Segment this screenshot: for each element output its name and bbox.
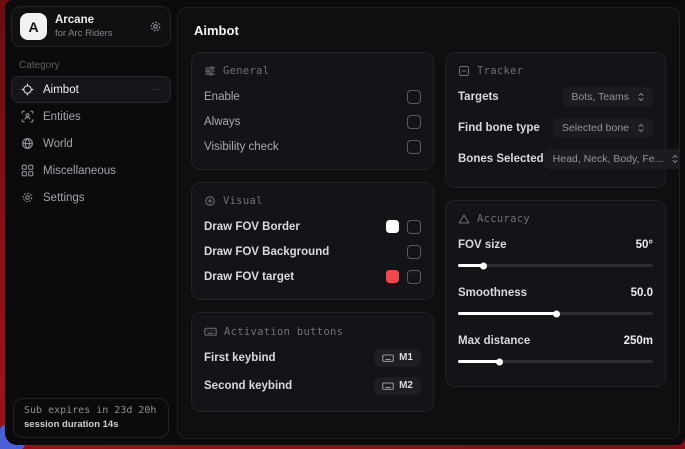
subscription-expiry: Sub expires in 23d 20h <box>24 405 158 416</box>
sidebar-item-label: Aimbot <box>43 84 79 96</box>
setting-row: Smoothness 50.0 <box>458 280 653 305</box>
section-title: Tracker <box>477 65 523 77</box>
setting-row: Draw FOV Border <box>204 214 421 239</box>
tracker-header: Tracker <box>458 65 653 77</box>
targets-dropdown[interactable]: Bots, Teams <box>562 87 653 107</box>
section-title: Accuracy <box>477 213 530 225</box>
setting-row: Always <box>204 109 421 134</box>
activation-header: Activation buttons <box>204 325 421 338</box>
activation-card: Activation buttons First keybind M1 <box>191 312 434 412</box>
accuracy-card: Accuracy FOV size 50° Smoothness 50.0 <box>445 200 666 387</box>
always-checkbox[interactable] <box>407 115 421 129</box>
slider-fill <box>458 360 499 363</box>
sidebar: A Arcane for Arc Riders Category <box>5 0 173 445</box>
general-card: General Enable Always Visibility check <box>191 52 434 170</box>
bones-selected-dropdown[interactable]: Head, Neck, Body, Fe... <box>544 149 680 169</box>
gear-icon[interactable] <box>149 20 162 33</box>
sidebar-item-label: Miscellaneous <box>43 165 116 177</box>
keyboard-icon <box>382 380 394 392</box>
section-title: General <box>223 65 269 77</box>
app-name: Arcane <box>55 13 113 27</box>
right-column: Tracker Targets Bots, Teams <box>445 52 666 399</box>
visibility-check-checkbox[interactable] <box>407 140 421 154</box>
enable-checkbox[interactable] <box>407 90 421 104</box>
setting-row: Draw FOV Background <box>204 239 421 264</box>
max-distance-value: 250m <box>624 335 653 347</box>
keyboard-icon <box>204 325 217 338</box>
subscription-card: Sub expires in 23d 20h session duration … <box>13 398 169 438</box>
app-title-block: Arcane for Arc Riders <box>55 13 113 39</box>
setting-row: Enable <box>204 84 421 109</box>
slider-fill <box>458 264 483 267</box>
main-panel: Aimbot General <box>177 7 680 439</box>
app-window: A Arcane for Arc Riders Category <box>5 0 685 445</box>
category-label: Category <box>19 60 167 71</box>
draw-fov-background-checkbox[interactable] <box>407 245 421 259</box>
circle-plus-icon <box>204 195 216 207</box>
keyboard-icon <box>382 352 394 364</box>
setting-row: Draw FOV target <box>204 264 421 289</box>
general-header: General <box>204 65 421 77</box>
box-minus-icon <box>458 65 470 77</box>
sidebar-item-settings[interactable]: Settings <box>11 184 171 211</box>
fov-size-value: 50° <box>636 239 653 251</box>
setting-row: Second keybind M2 <box>204 373 421 398</box>
accuracy-header: Accuracy <box>458 213 653 225</box>
setting-row: Targets Bots, Teams <box>458 84 653 109</box>
desktop-background: A Arcane for Arc Riders Category <box>0 0 685 449</box>
section-title: Activation buttons <box>224 326 343 338</box>
chevron-up-down-icon <box>636 92 646 102</box>
draw-fov-border-checkbox[interactable] <box>407 220 421 234</box>
app-logo: A <box>20 13 47 40</box>
sidebar-item-miscellaneous[interactable]: Miscellaneous <box>11 157 171 184</box>
chevron-up-down-icon <box>636 123 646 133</box>
smoothness-value: 50.0 <box>631 287 653 299</box>
chevron-up-down-icon <box>670 154 680 164</box>
smoothness-slider[interactable] <box>458 312 653 315</box>
page-title: Aimbot <box>194 23 666 38</box>
fov-target-color-swatch[interactable] <box>386 270 399 283</box>
gear-icon <box>21 191 34 204</box>
find-bone-type-dropdown[interactable]: Selected bone <box>553 118 653 138</box>
max-distance-slider[interactable] <box>458 360 653 363</box>
grid-icon <box>21 164 34 177</box>
left-column: General Enable Always Visibility check <box>191 52 434 424</box>
setting-row: Visibility check <box>204 134 421 159</box>
second-keybind-button[interactable]: M2 <box>374 377 421 395</box>
fov-size-slider[interactable] <box>458 264 653 267</box>
sidebar-item-entities[interactable]: Entities <box>11 103 171 130</box>
draw-fov-target-checkbox[interactable] <box>407 270 421 284</box>
sidebar-item-label: Settings <box>43 192 85 204</box>
setting-row: Max distance 250m <box>458 328 653 353</box>
setting-row: First keybind M1 <box>204 345 421 370</box>
tracker-card: Tracker Targets Bots, Teams <box>445 52 666 188</box>
scan-person-icon <box>21 110 34 123</box>
setting-row: Bones Selected Head, Neck, Body, Fe... <box>458 146 653 171</box>
visual-header: Visual <box>204 195 421 207</box>
crosshair-icon <box>21 83 34 96</box>
app-subtitle: for Arc Riders <box>55 28 113 40</box>
sidebar-item-label: World <box>43 138 73 150</box>
active-item-hint: — <box>151 84 161 95</box>
visual-card: Visual Draw FOV Border Draw FOV Backgrou… <box>191 182 434 300</box>
globe-icon <box>21 137 34 150</box>
session-duration: session duration 14s <box>24 419 158 430</box>
section-title: Visual <box>223 195 263 207</box>
fov-border-color-swatch[interactable] <box>386 220 399 233</box>
first-keybind-button[interactable]: M1 <box>374 349 421 367</box>
sidebar-item-aimbot[interactable]: Aimbot — <box>11 76 171 103</box>
triangle-icon <box>458 213 470 225</box>
sidebar-item-world[interactable]: World <box>11 130 171 157</box>
sliders-icon <box>204 65 216 77</box>
setting-row: Find bone type Selected bone <box>458 115 653 140</box>
sidebar-item-label: Entities <box>43 111 81 123</box>
slider-fill <box>458 312 556 315</box>
setting-row: FOV size 50° <box>458 232 653 257</box>
app-header-card: A Arcane for Arc Riders <box>11 6 171 47</box>
